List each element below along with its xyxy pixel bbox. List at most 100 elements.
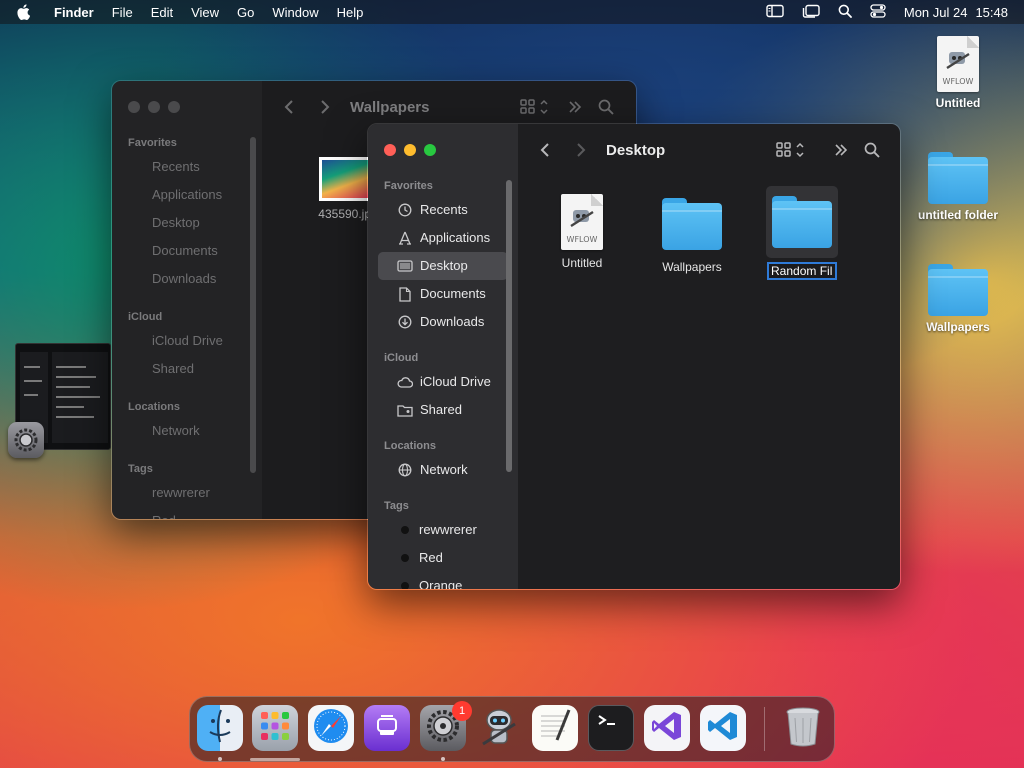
desktop-item-untitled-folder[interactable]: untitled folder (908, 152, 1008, 222)
desktop-item-label: Untitled (935, 96, 981, 110)
sidebar-section-tags: Tags (384, 500, 409, 512)
sidebar-item-downloads[interactable]: Downloads (112, 265, 262, 293)
folder-icon (772, 196, 832, 248)
more-chevrons-icon[interactable] (834, 143, 848, 157)
sidebar-item-applications[interactable]: Applications (378, 224, 508, 252)
search-icon[interactable] (598, 99, 614, 115)
sidebar-tag-red[interactable]: Red (112, 507, 262, 519)
sidebar-tag-rewwrerer[interactable]: rewwrerer (112, 479, 262, 507)
workflow-file-tag: WFLOW (566, 235, 598, 244)
sidebar-item-label: Network (420, 462, 468, 477)
minimize-button[interactable] (148, 101, 160, 113)
menu-help[interactable]: Help (337, 5, 364, 20)
dock-app-launchpad[interactable] (252, 705, 298, 751)
sidebar-tag-orange[interactable]: Orange (378, 572, 508, 589)
sidebar-item-documents[interactable]: Documents (378, 280, 508, 308)
content-area: Desktop WFLOW Untitled Wallpapers Random… (518, 124, 900, 589)
stage-settings-icon[interactable] (8, 422, 44, 458)
view-grid-icon[interactable] (520, 99, 550, 115)
dock-app-visual-studio[interactable] (644, 705, 690, 751)
sidebar-scrollbar[interactable] (506, 180, 512, 472)
sidebar-section-icloud: iCloud (128, 311, 163, 323)
sidebar-item-desktop[interactable]: Desktop (378, 252, 508, 280)
file-item-label: Untitled (561, 256, 603, 270)
sidebar-tag-red[interactable]: Red (378, 544, 508, 572)
sidebar-item-label: Downloads (420, 314, 485, 329)
selection-highlight (766, 186, 838, 258)
sidebar-item-icloud-drive[interactable]: iCloud Drive (378, 368, 508, 396)
sidebar-scrollbar[interactable] (250, 137, 256, 473)
sidebar-item-label: iCloud Drive (420, 374, 491, 389)
desktop-item-wallpapers[interactable]: Wallpapers (908, 264, 1008, 334)
finder-icon (200, 706, 240, 751)
spotlight-icon[interactable] (838, 4, 852, 21)
sidebar-item-recents[interactable]: Recents (378, 196, 508, 224)
menu-app-name[interactable]: Finder (54, 5, 94, 20)
launchpad-icon (258, 709, 292, 748)
desktop-icon (396, 259, 414, 273)
sidebar-item-recents[interactable]: Recents (112, 153, 262, 181)
dock-app-terminal[interactable] (588, 705, 634, 751)
more-chevrons-icon[interactable] (568, 100, 582, 114)
dock-app-finder[interactable] (197, 705, 243, 751)
dock-app-vscode[interactable] (700, 705, 746, 751)
apple-menu-icon[interactable] (16, 4, 38, 20)
menu-window[interactable]: Window (272, 5, 318, 20)
zoom-button[interactable] (168, 101, 180, 113)
finder-window-desktop[interactable]: Favorites Recents Applications Desktop D… (367, 123, 901, 590)
close-button[interactable] (384, 144, 396, 156)
dock-app-podcasts[interactable] (364, 705, 410, 751)
sidebar-item-network[interactable]: Network (112, 417, 262, 445)
download-icon (396, 315, 414, 329)
menu-file[interactable]: File (112, 5, 133, 20)
stage-manager-icon[interactable] (802, 4, 820, 21)
view-grid-icon[interactable] (776, 142, 806, 158)
sidebar-item-applications[interactable]: Applications (112, 181, 262, 209)
forward-chevron-icon[interactable] (576, 142, 586, 158)
back-chevron-icon[interactable] (284, 99, 294, 115)
sidebar-tag-rewwrerer[interactable]: rewwrerer (378, 516, 508, 544)
tag-color-dot (401, 582, 409, 589)
tag-color-dot (401, 554, 409, 562)
file-item-random-folder[interactable]: Random Fil (752, 186, 852, 285)
sidebar-item-label: Documents (420, 286, 486, 301)
toggles-icon[interactable] (870, 3, 886, 21)
sidebar-item-desktop[interactable]: Desktop (112, 209, 262, 237)
sidebar: Favorites Recents Applications Desktop D… (368, 124, 518, 589)
forward-chevron-icon[interactable] (320, 99, 330, 115)
workflow-document-icon: WFLOW (561, 194, 603, 250)
search-icon[interactable] (864, 142, 880, 158)
sidebar-item-label: Desktop (420, 258, 468, 273)
terminal-icon (593, 708, 629, 749)
file-item-untitled-workflow[interactable]: WFLOW Untitled (532, 194, 632, 270)
sidebar: Favorites Recents Applications Desktop D… (112, 81, 262, 519)
sidebar-item-documents[interactable]: Documents (112, 237, 262, 265)
rename-field[interactable]: Random Fil (767, 262, 837, 280)
sidebar-section-icloud: iCloud (384, 352, 419, 364)
back-chevron-icon[interactable] (540, 142, 550, 158)
folder-icon (662, 198, 722, 250)
dock-app-system-settings[interactable]: 1 (420, 701, 472, 751)
menu-date: Mon Jul 24 (903, 4, 968, 20)
control-center-icon[interactable] (766, 4, 784, 21)
dock-app-safari[interactable] (308, 705, 354, 751)
menu-time: 15:48 (975, 4, 1008, 20)
minimize-button[interactable] (404, 144, 416, 156)
menu-clock[interactable]: Mon Jul 24 15:48 (904, 5, 1008, 20)
close-button[interactable] (128, 101, 140, 113)
menu-edit[interactable]: Edit (151, 5, 173, 20)
desktop-item-untitled-workflow[interactable]: WFLOW Untitled (908, 36, 1008, 110)
sidebar-item-shared[interactable]: Shared (378, 396, 508, 424)
window-title: Wallpapers (350, 98, 430, 116)
dock-app-trash[interactable] (780, 705, 826, 751)
sidebar-item-icloud-drive[interactable]: iCloud Drive (112, 327, 262, 355)
dock-app-textedit[interactable] (532, 705, 578, 751)
menu-go[interactable]: Go (237, 5, 254, 20)
sidebar-item-downloads[interactable]: Downloads (378, 308, 508, 336)
sidebar-item-network[interactable]: Network (378, 456, 508, 484)
file-item-wallpapers[interactable]: Wallpapers (642, 198, 742, 274)
zoom-button[interactable] (424, 144, 436, 156)
sidebar-item-shared[interactable]: Shared (112, 355, 262, 383)
dock-app-automator[interactable] (476, 705, 522, 751)
menu-view[interactable]: View (191, 5, 219, 20)
